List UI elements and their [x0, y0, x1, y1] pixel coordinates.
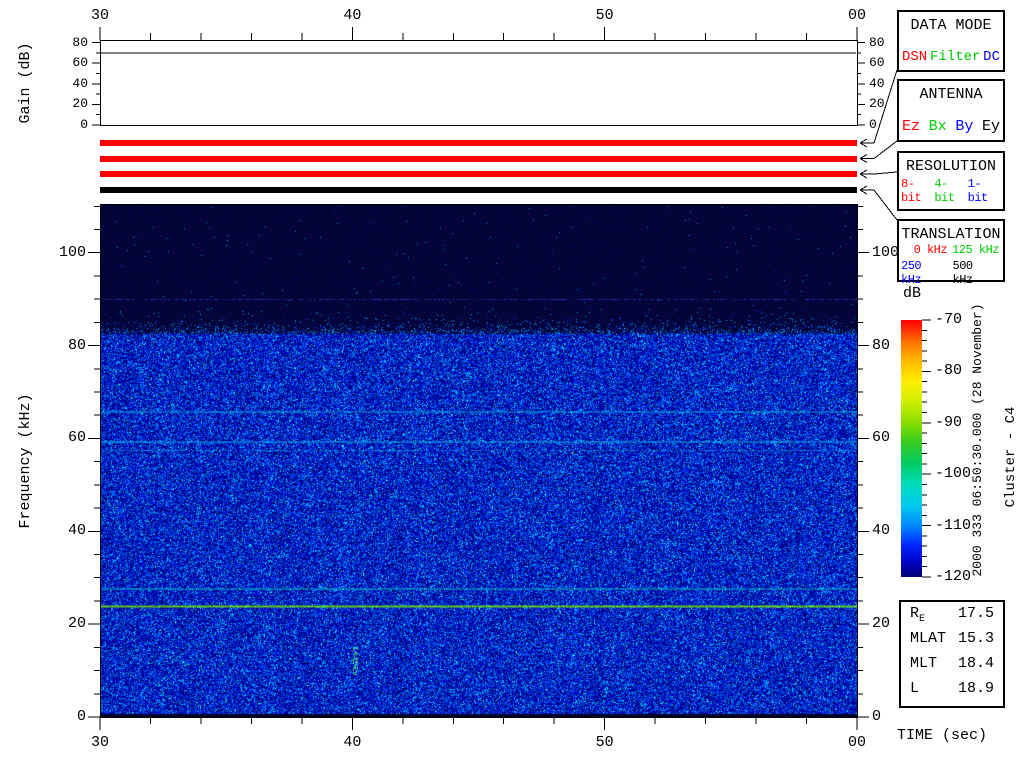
time-tick-label-bottom: 50	[595, 734, 614, 751]
resolution-option: 1-bit	[967, 177, 989, 205]
colorbar-tick-label: -80	[935, 362, 963, 380]
resolution-bar	[100, 171, 857, 177]
translation-option: 125 kHz	[952, 243, 999, 257]
antenna-option: Bx	[928, 118, 947, 135]
ephemeris-label: L	[910, 679, 920, 697]
translation-option: 250 kHz	[901, 259, 922, 287]
time-tick-label-top: 30	[90, 7, 109, 24]
gain-tick-label-left: 40	[72, 75, 88, 91]
panel-resolution: RESOLUTION 8-bit 4-bit 1-bit	[897, 151, 1005, 211]
freq-tick-label-right: 100	[872, 243, 900, 261]
antenna-option: Ey	[981, 118, 1000, 135]
freq-tick-label-right: 60	[872, 429, 891, 447]
freq-tick-label-left: 20	[67, 615, 86, 633]
resolution-option: 4-bit	[934, 177, 955, 205]
freq-tick-label-left: 0	[76, 708, 86, 725]
ephemeris-value: 17.5	[957, 604, 994, 622]
ephemeris-row: L 18.9	[901, 680, 1003, 704]
gain-tick-label-right: 80	[869, 34, 885, 50]
datetime-label: 2000 333 06:50:30.000 (28 November)	[970, 303, 985, 577]
ephemeris-label: MLT	[910, 654, 938, 672]
time-axis-title: TIME (sec)	[897, 727, 988, 744]
translation-option: 0 kHz	[913, 243, 948, 257]
gain-tick-label-right: 20	[869, 96, 885, 112]
ephemeris-row: RE 17.5	[901, 605, 1003, 629]
frequency-axis-title: Frequency (kHz)	[17, 393, 34, 529]
freq-tick-label-right: 40	[872, 522, 891, 540]
antenna-option: Ez	[902, 118, 921, 135]
panel-translation: TRANSLATION 0 kHz 125 kHz 250 kHz 500 kH…	[897, 219, 1005, 287]
ephemeris-label: MLAT	[910, 629, 947, 647]
freq-tick-label-left: 80	[67, 336, 86, 354]
ephemeris-value: 18.4	[957, 654, 994, 672]
data-mode-option: DC	[983, 49, 1000, 65]
time-tick-label-top: 50	[595, 7, 614, 24]
ephemeris-row: MLT 18.4	[901, 655, 1003, 679]
ephemeris-value: 18.9	[957, 679, 994, 697]
gain-axis-title: Gain (dB)	[17, 42, 34, 124]
ephemeris-row: MLAT 15.3	[901, 630, 1003, 654]
freq-tick-label-left: 60	[67, 429, 86, 447]
antenna-bar	[100, 155, 857, 162]
freq-tick-label-left: 40	[67, 522, 86, 540]
panel-title: RESOLUTION	[905, 158, 996, 175]
data-mode-option: DSN	[902, 49, 928, 65]
spectrogram-plot	[100, 204, 857, 717]
translation-bar	[100, 187, 857, 193]
colorbar-tick-label: -90	[935, 413, 963, 431]
freq-tick-label-right: 80	[872, 336, 891, 354]
time-tick-label-top: 00	[847, 7, 866, 24]
ephemeris-label: RE	[910, 604, 926, 625]
spacecraft-label: Cluster - C4	[1003, 406, 1019, 508]
ephemeris-value: 15.3	[957, 629, 994, 647]
colorbar-tick-label: -70	[935, 311, 963, 328]
antenna-option: By	[955, 118, 974, 135]
gain-tick-label-right: 0	[869, 117, 877, 132]
freq-tick-label-left: 100	[58, 243, 86, 261]
gain-tick-label-right: 40	[869, 75, 885, 91]
gain-tick-label-right: 60	[869, 55, 885, 71]
freq-tick-label-right: 20	[872, 615, 891, 633]
panel-title: DATA MODE	[910, 17, 992, 34]
colorbar-tick-label: -120	[935, 568, 972, 585]
wbd-spectrogram-display: Gain (dB) Frequency (kHz) DATA MODE DSN …	[0, 0, 1024, 768]
time-tick-label-bottom: 40	[343, 734, 362, 751]
freq-tick-label-right: 0	[872, 708, 882, 725]
colorbar-tick-label: -100	[935, 465, 972, 483]
panel-data-mode: DATA MODE DSN Filter DC	[897, 10, 1005, 72]
translation-option: 500 kHz	[952, 259, 974, 287]
panel-title: ANTENNA	[919, 86, 983, 103]
gain-tick-label-left: 80	[72, 34, 88, 50]
gain-tick-label-left: 20	[72, 96, 88, 112]
ephemeris-panel: RE 17.5 MLAT 15.3 MLT 18.4 L 18.9	[899, 600, 1005, 708]
time-tick-label-bottom: 30	[90, 734, 109, 751]
colorbar-tick-label: -110	[935, 516, 972, 534]
panel-antenna: ANTENNA Ez Bx By Ey	[897, 79, 1005, 142]
gain-tick-label-left: 0	[80, 117, 88, 132]
panel-title: TRANSLATION	[901, 226, 1001, 243]
colorbar-title: dB	[902, 285, 921, 302]
data-mode-bar	[100, 140, 857, 146]
data-mode-option: Filter	[929, 49, 981, 65]
gain-tick-label-left: 60	[72, 55, 88, 71]
time-tick-label-top: 40	[343, 7, 362, 24]
time-tick-label-bottom: 00	[847, 734, 866, 751]
resolution-option: 8-bit	[901, 177, 922, 205]
